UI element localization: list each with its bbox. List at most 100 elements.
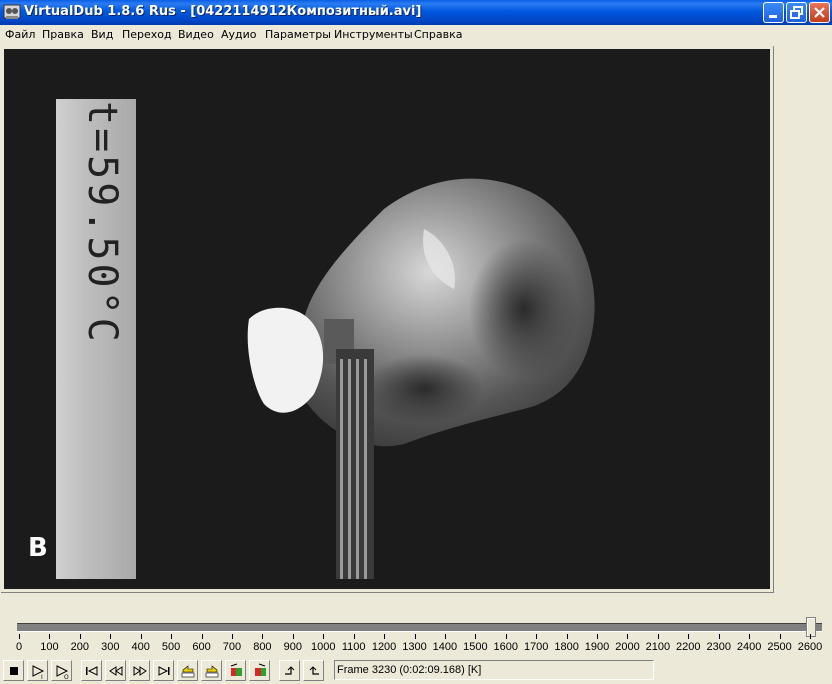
close-button[interactable] xyxy=(809,2,830,23)
go-start-icon xyxy=(86,666,98,676)
go-end-icon xyxy=(158,666,170,676)
prev-keyframe-icon xyxy=(181,665,195,678)
menu-bar: Файл Правка Вид Переход Видео Аудио Пара… xyxy=(0,25,832,45)
timeline-tick-label: 2300 xyxy=(706,641,731,653)
menu-help[interactable]: Справка xyxy=(414,28,462,41)
timeline-tick xyxy=(597,634,599,639)
prev-frame-button[interactable] xyxy=(105,660,126,681)
next-keyframe-button[interactable] xyxy=(201,660,222,681)
timeline-tick-label: 1100 xyxy=(341,641,366,653)
timeline-tick-label: 200 xyxy=(70,641,90,653)
timeline-tick-label: 1200 xyxy=(371,641,397,653)
stop-button[interactable] xyxy=(3,660,24,681)
timeline-tick xyxy=(262,634,264,639)
timeline-thumb[interactable] xyxy=(806,617,816,637)
menu-view[interactable]: Вид xyxy=(91,28,113,41)
timeline-tick xyxy=(627,634,629,639)
timeline-tick-label: 300 xyxy=(101,641,120,653)
timeline-tick-label: 2400 xyxy=(736,641,762,653)
play-input-icon: I xyxy=(32,665,45,680)
next-keyframe-icon xyxy=(205,665,219,678)
prev-frame-icon xyxy=(109,666,123,676)
timeline-tick-label: 1300 xyxy=(402,641,427,653)
timeline-tick xyxy=(171,634,173,639)
timeline-tick xyxy=(19,634,20,639)
timeline-tick-label: 1600 xyxy=(493,641,519,653)
play-input-button[interactable]: I xyxy=(27,660,48,681)
app-icon[interactable] xyxy=(3,3,21,21)
menu-audio[interactable]: Аудио xyxy=(221,28,257,41)
prev-keyframe-button[interactable] xyxy=(177,660,198,681)
svg-text:I: I xyxy=(41,674,43,680)
svg-text:O: O xyxy=(64,674,69,680)
minimize-button[interactable] xyxy=(763,2,784,23)
timeline-tick xyxy=(201,634,203,639)
timeline-tick-label: 1700 xyxy=(523,641,549,653)
timeline-tick-label: 1400 xyxy=(432,641,458,653)
frame-status: Frame 3230 (0:02:09.168) [K] xyxy=(334,660,654,680)
menu-video[interactable]: Видео xyxy=(178,28,214,41)
title-bar[interactable]: VirtualDub 1.8.6 Rus - [0422114912Композ… xyxy=(0,0,832,25)
timeline-tick xyxy=(810,634,811,639)
timeline-tick xyxy=(140,634,142,639)
next-frame-icon xyxy=(133,666,147,676)
menu-options[interactable]: Параметры xyxy=(265,28,331,41)
timeline-tick xyxy=(110,634,112,639)
timeline-tick xyxy=(505,634,507,639)
timeline-tick-label: 2500 xyxy=(767,641,792,653)
timeline-tick-label: 1500 xyxy=(463,641,488,653)
mark-out-icon xyxy=(309,666,319,675)
timeline-tick-label: 500 xyxy=(161,641,181,653)
menu-go[interactable]: Переход xyxy=(122,28,172,41)
timeline-tick-label: 600 xyxy=(192,641,211,653)
timeline-tick xyxy=(384,634,386,639)
go-start-button[interactable] xyxy=(81,660,102,681)
timeline-tick xyxy=(444,634,446,639)
panel-label: B xyxy=(28,533,48,563)
timeline-tick-label: 800 xyxy=(253,641,272,653)
timeline-tick-label: 100 xyxy=(40,641,59,653)
timeline-tick xyxy=(231,634,233,639)
mark-in-button[interactable] xyxy=(279,660,300,681)
menu-tools[interactable]: Инструменты xyxy=(334,28,413,41)
play-output-button[interactable]: O xyxy=(51,660,72,681)
scene-back-icon xyxy=(230,663,242,676)
video-frame[interactable]: t=59.50°C B xyxy=(4,49,770,589)
timeline-tick xyxy=(292,634,294,639)
restore-button[interactable] xyxy=(786,2,807,23)
timeline-tick-label: 1900 xyxy=(584,641,610,653)
window-title: VirtualDub 1.8.6 Rus - [0422114912Композ… xyxy=(24,4,422,19)
scene-forward-icon xyxy=(255,663,266,676)
play-output-icon: O xyxy=(56,665,69,680)
timeline-tick xyxy=(79,634,81,639)
timeline-tick xyxy=(536,634,538,639)
go-end-button[interactable] xyxy=(153,660,174,681)
timeline-track[interactable] xyxy=(17,623,822,632)
timeline-tick-label: 2600 xyxy=(797,641,823,653)
timeline-tick xyxy=(475,634,477,639)
next-frame-button[interactable] xyxy=(129,660,150,681)
timeline-tick xyxy=(566,634,568,639)
scene-forward-button[interactable] xyxy=(249,660,270,681)
timeline-tick-label: 2100 xyxy=(645,641,671,653)
timeline-tick xyxy=(718,634,720,639)
timeline-tick xyxy=(688,634,690,639)
timeline-tick-label: 2200 xyxy=(676,641,701,653)
scene-back-button[interactable] xyxy=(225,660,246,681)
timeline-tick-label: 400 xyxy=(131,641,150,653)
menu-file[interactable]: Файл xyxy=(5,28,35,41)
mark-out-button[interactable] xyxy=(303,660,324,681)
timeline-tick-label: 0 xyxy=(15,641,23,653)
timeline-tick-label: 700 xyxy=(222,641,242,653)
menu-edit[interactable]: Правка xyxy=(42,28,84,41)
stop-icon xyxy=(10,667,18,675)
timeline-tick xyxy=(779,634,781,639)
temperature-readout: t=59.50°C xyxy=(79,101,125,345)
timeline-tick xyxy=(353,634,355,639)
timeline-tick-label: 2000 xyxy=(615,641,640,653)
timeline-tick-label: 1000 xyxy=(310,641,336,653)
timeline-tick xyxy=(657,634,659,639)
timeline-tick xyxy=(749,634,751,639)
thermometer-strip: t=59.50°C xyxy=(56,99,136,579)
timeline-tick xyxy=(49,634,51,639)
